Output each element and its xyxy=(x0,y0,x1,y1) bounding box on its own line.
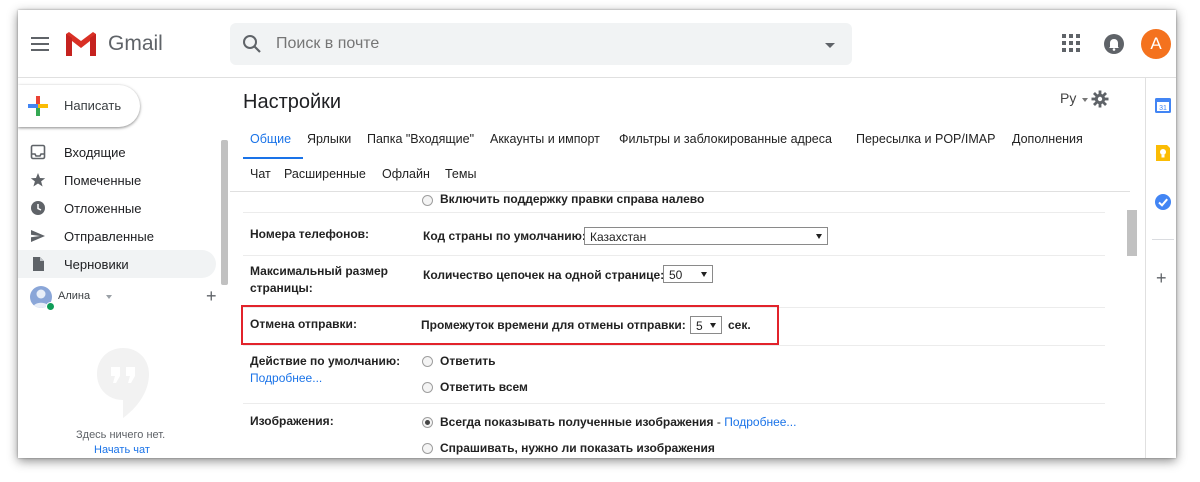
search-icon[interactable] xyxy=(240,32,264,56)
top-bar: Gmail A xyxy=(18,10,1176,78)
compose-label: Написать xyxy=(64,98,122,113)
tab-offline[interactable]: Офлайн xyxy=(382,167,430,181)
images-more-link[interactable]: Подробнее... xyxy=(724,415,796,429)
main-menu-icon[interactable] xyxy=(28,32,52,56)
tab-inbox[interactable]: Папка "Входящие" xyxy=(367,132,474,146)
always-show-images-radio[interactable] xyxy=(422,417,433,428)
ask-images-label: Спрашивать, нужно ли показать изображени… xyxy=(440,441,715,455)
active-tab-indicator xyxy=(243,157,303,159)
tab-addons[interactable]: Дополнения xyxy=(1012,132,1083,146)
hangouts-bubble-icon xyxy=(97,348,149,418)
search-input[interactable] xyxy=(276,31,796,57)
conversations-per-page-label: Количество цепочек на одной странице: xyxy=(423,268,665,282)
images-label: Изображения: xyxy=(250,414,334,428)
page-size-value: 50 xyxy=(669,268,683,282)
sidebar-item-drafts[interactable]: Черновики xyxy=(18,250,216,278)
sidebar-item-inbox[interactable]: Входящие xyxy=(18,138,216,166)
chevron-down-icon[interactable] xyxy=(1082,98,1088,102)
online-status-dot xyxy=(46,302,55,311)
undo-send-highlight xyxy=(241,305,779,345)
chevron-down-icon xyxy=(816,234,822,239)
send-icon xyxy=(31,230,45,242)
row-divider xyxy=(243,212,1105,213)
start-chat-link[interactable]: Начать чат xyxy=(94,444,150,456)
tab-forwarding[interactable]: Пересылка и POP/IMAP xyxy=(856,132,995,146)
chevron-down-icon[interactable] xyxy=(106,295,112,299)
sidebar-scrollbar[interactable] xyxy=(221,140,228,285)
country-code-label: Код страны по умолчанию: xyxy=(423,229,586,243)
keep-icon[interactable] xyxy=(1154,144,1172,162)
add-contact-icon[interactable]: + xyxy=(206,286,217,307)
get-addons-plus-icon[interactable]: + xyxy=(1156,268,1167,289)
settings-tabs: Общие Ярлыки Папка "Входящие" Аккаунты и… xyxy=(230,124,1130,192)
tab-themes[interactable]: Темы xyxy=(445,167,476,181)
chevron-down-icon xyxy=(701,272,707,277)
country-code-value: Казахстан xyxy=(590,230,647,244)
rtl-radio[interactable] xyxy=(422,195,433,206)
tab-labels[interactable]: Ярлыки xyxy=(307,132,351,146)
search-options-caret-icon[interactable] xyxy=(820,35,840,55)
tab-accounts[interactable]: Аккаунты и импорт xyxy=(490,132,600,146)
sidebar-item-label: Отложенные xyxy=(64,201,142,216)
sidebar-item-starred[interactable]: Помеченные xyxy=(18,166,216,194)
settings-panel: Настройки Ру Общие Ярлыки Папка "Входящи… xyxy=(230,78,1138,458)
settings-scrollbar[interactable] xyxy=(1127,210,1137,256)
tab-chat[interactable]: Чат xyxy=(250,167,271,181)
account-avatar[interactable]: A xyxy=(1141,29,1171,59)
phone-numbers-label: Номера телефонов: xyxy=(250,227,370,241)
language-selector[interactable]: Ру xyxy=(1060,90,1076,106)
tasks-icon[interactable] xyxy=(1154,193,1172,211)
reply-option-label: Ответить xyxy=(440,354,496,368)
hangouts-empty-text: Здесь ничего нет. xyxy=(76,429,166,441)
tab-advanced[interactable]: Расширенные xyxy=(284,167,366,181)
hangouts-user-name[interactable]: Алина xyxy=(58,290,90,302)
always-show-images-text: Всегда показывать полученные изображения… xyxy=(440,415,797,429)
tab-filters[interactable]: Фильтры и заблокированные адреса xyxy=(619,132,832,146)
row-divider xyxy=(243,255,1105,256)
default-action-label: Действие по умолчанию: xyxy=(250,354,401,368)
sidebar-item-sent[interactable]: Отправленные xyxy=(18,222,216,250)
country-code-select[interactable]: Казахстан xyxy=(584,227,828,245)
sidebar-item-label: Отправленные xyxy=(64,229,154,244)
reply-all-option-label: Ответить всем xyxy=(440,380,528,394)
compose-button[interactable]: Написать xyxy=(18,85,140,127)
apps-grid-icon[interactable] xyxy=(1061,33,1081,53)
gmail-logo-icon[interactable] xyxy=(64,30,98,58)
row-divider xyxy=(243,403,1105,404)
max-page-size-label: Максимальный размер страницы: xyxy=(250,264,389,295)
sidebar-item-label: Черновики xyxy=(64,257,129,272)
ask-images-radio[interactable] xyxy=(422,443,433,454)
page-title: Настройки xyxy=(243,91,342,113)
notifications-icon[interactable] xyxy=(1102,32,1126,56)
svg-text:31: 31 xyxy=(1159,105,1167,112)
hangouts-user: Алина + xyxy=(30,286,218,314)
star-icon xyxy=(30,173,46,187)
page-size-select[interactable]: 50 xyxy=(663,265,713,283)
sidebar-item-snoozed[interactable]: Отложенные xyxy=(18,194,216,222)
default-action-more-link[interactable]: Подробнее... xyxy=(250,371,322,385)
reply-all-radio[interactable] xyxy=(422,382,433,393)
reply-radio[interactable] xyxy=(422,356,433,367)
clock-icon xyxy=(31,201,45,215)
rtl-option-label: Включить поддержку правки справа налево xyxy=(440,192,705,206)
row-divider xyxy=(243,345,1105,346)
tab-general[interactable]: Общие xyxy=(250,132,291,146)
sidebar-item-label: Помеченные xyxy=(64,173,142,188)
sidebar-item-label: Входящие xyxy=(64,145,126,160)
search-bar xyxy=(230,23,852,65)
compose-plus-icon xyxy=(28,96,48,116)
draft-icon xyxy=(33,257,44,271)
gear-icon[interactable] xyxy=(1091,90,1109,108)
side-panel: 31 + xyxy=(1145,78,1176,458)
side-panel-divider xyxy=(1152,239,1174,240)
gmail-brand[interactable]: Gmail xyxy=(108,32,163,56)
calendar-icon[interactable]: 31 xyxy=(1154,96,1172,114)
gmail-window: Gmail A xyxy=(18,10,1176,458)
inbox-icon xyxy=(30,144,46,160)
